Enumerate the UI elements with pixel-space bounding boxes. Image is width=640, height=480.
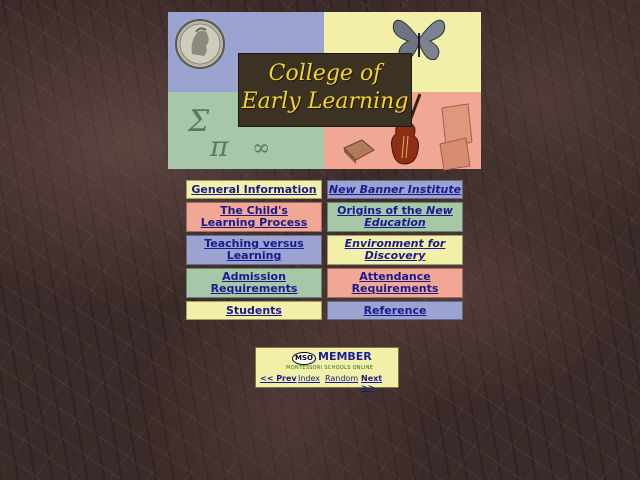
nav-label-part: Education xyxy=(364,216,426,229)
page-title-line1: College of xyxy=(268,61,382,86)
nav-reference[interactable]: Reference xyxy=(327,301,463,320)
sigma-symbol: Σ xyxy=(188,104,210,139)
member-label[interactable]: MEMBER xyxy=(318,350,372,363)
nav-general-information[interactable]: General Information xyxy=(186,180,322,199)
site-banner: Σ π ∞ College of Early Learning xyxy=(168,12,481,171)
random-link[interactable]: Random xyxy=(325,374,358,383)
nav-label: Teaching versus Learning xyxy=(204,237,304,262)
nav-label: Admission Requirements xyxy=(210,270,298,295)
nav-label: General Information xyxy=(191,182,317,196)
nav-origins-new-education[interactable]: Origins of the New Education xyxy=(327,202,463,232)
pi-symbol: π xyxy=(210,130,229,163)
nav-childs-learning-process[interactable]: The Child's Learning Process xyxy=(186,202,322,232)
next-link[interactable]: Next >> xyxy=(361,374,398,392)
nav-label: Environment for Discovery xyxy=(344,237,446,262)
nav-admission-requirements[interactable]: Admission Requirements xyxy=(186,268,322,298)
mso-logo[interactable]: MSO xyxy=(292,352,316,365)
nav-new-banner-institute[interactable]: New Banner Institute xyxy=(327,180,463,199)
nav-label: The Child's Learning Process xyxy=(200,204,308,229)
nav-attendance-requirements[interactable]: Attendance Requirements xyxy=(327,268,463,298)
coin-icon xyxy=(175,19,225,69)
infinity-symbol: ∞ xyxy=(252,136,271,161)
nav-label: New Banner Institute xyxy=(328,182,462,196)
nav-teaching-versus-learning[interactable]: Teaching versus Learning xyxy=(186,235,322,265)
title-box: College of Early Learning xyxy=(238,53,412,127)
webring-box: MSO MEMBER MONTESSORI SCHOOLS ONLINE << … xyxy=(255,347,399,392)
book-icon xyxy=(439,103,473,171)
prev-link[interactable]: << Prev xyxy=(260,374,297,383)
org-name: MONTESSORI SCHOOLS ONLINE xyxy=(286,365,374,371)
book-icon xyxy=(343,139,375,164)
nav-students[interactable]: Students xyxy=(186,301,322,320)
page-title-line2: Early Learning xyxy=(241,89,409,114)
nav-environment-for-discovery[interactable]: Environment for Discovery xyxy=(327,235,463,265)
nav-label: Origins of the New Education xyxy=(337,205,453,229)
index-link[interactable]: Index xyxy=(298,374,320,383)
nav-label: Reference xyxy=(363,303,427,317)
nav-label: Attendance Requirements xyxy=(351,270,439,295)
nav-label: Students xyxy=(226,303,282,317)
nav-label-part: New xyxy=(426,204,453,217)
